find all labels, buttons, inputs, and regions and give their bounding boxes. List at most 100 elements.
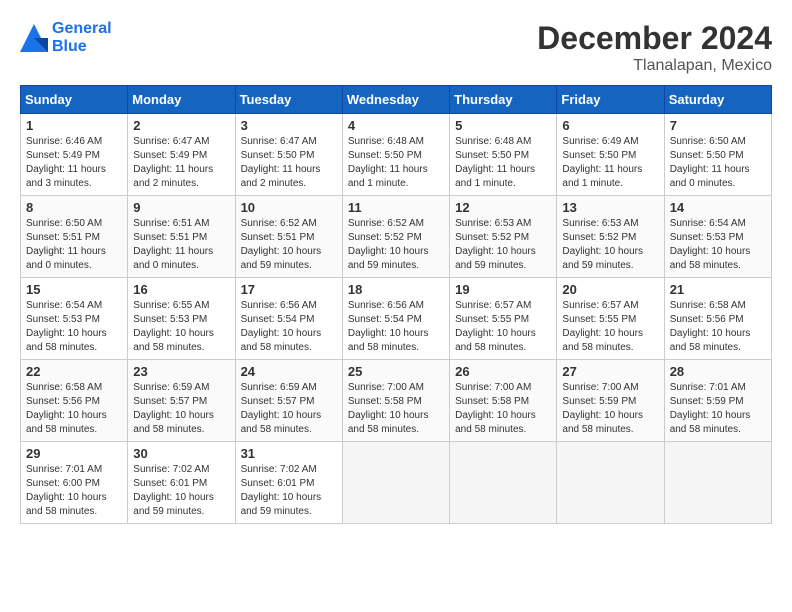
calendar-day: 17 Sunrise: 6:56 AMSunset: 5:54 PMDayligh… <box>235 278 342 360</box>
calendar-day: 14 Sunrise: 6:54 AMSunset: 5:53 PMDayligh… <box>664 196 771 278</box>
day-info: Sunrise: 7:02 AMSunset: 6:01 PMDaylight:… <box>133 463 229 519</box>
day-number: 21 <box>670 282 766 297</box>
day-info: Sunrise: 6:56 AMSunset: 5:54 PMDaylight:… <box>241 299 337 355</box>
calendar-day: 26Sunrise: 7:00 AMSunset: 5:58 PMDayligh… <box>450 360 557 442</box>
day-number: 7 <box>670 118 766 133</box>
day-header-sunday: Sunday <box>21 86 128 114</box>
calendar-day: 12 Sunrise: 6:53 AMSunset: 5:52 PMDayligh… <box>450 196 557 278</box>
calendar-day: 3 Sunrise: 6:47 AMSunset: 5:50 PMDaylight… <box>235 114 342 196</box>
calendar-day: 23Sunrise: 6:59 AMSunset: 5:57 PMDayligh… <box>128 360 235 442</box>
day-header-wednesday: Wednesday <box>342 86 449 114</box>
calendar-week-5: 29Sunrise: 7:01 AMSunset: 6:00 PMDayligh… <box>21 442 772 524</box>
page-header: GeneralBlue December 2024 Tlanalapan, Me… <box>20 20 772 75</box>
day-number: 8 <box>26 200 122 215</box>
calendar-day: 2 Sunrise: 6:47 AMSunset: 5:49 PMDaylight… <box>128 114 235 196</box>
day-info: Sunrise: 6:59 AMSunset: 5:57 PMDaylight:… <box>241 381 337 437</box>
day-info: Sunrise: 7:00 AMSunset: 5:58 PMDaylight:… <box>348 381 444 437</box>
calendar-day: 1 Sunrise: 6:46 AMSunset: 5:49 PMDaylight… <box>21 114 128 196</box>
day-info: Sunrise: 6:53 AMSunset: 5:52 PMDaylight:… <box>455 217 551 273</box>
day-info: Sunrise: 6:47 AMSunset: 5:50 PMDaylight:… <box>241 135 337 191</box>
calendar-day <box>557 442 664 524</box>
day-number: 13 <box>562 200 658 215</box>
day-number: 16 <box>133 282 229 297</box>
day-info: Sunrise: 6:49 AMSunset: 5:50 PMDaylight:… <box>562 135 658 191</box>
calendar-day <box>450 442 557 524</box>
calendar-day: 4 Sunrise: 6:48 AMSunset: 5:50 PMDaylight… <box>342 114 449 196</box>
day-number: 25 <box>348 364 444 379</box>
calendar-day: 30Sunrise: 7:02 AMSunset: 6:01 PMDayligh… <box>128 442 235 524</box>
day-info: Sunrise: 6:46 AMSunset: 5:49 PMDaylight:… <box>26 135 122 191</box>
logo-brand: GeneralBlue <box>20 20 112 57</box>
calendar-day: 10Sunrise: 6:52 AMSunset: 5:51 PMDayligh… <box>235 196 342 278</box>
day-number: 11 <box>348 200 444 215</box>
day-info: Sunrise: 6:48 AMSunset: 5:50 PMDaylight:… <box>348 135 444 191</box>
day-info: Sunrise: 6:54 AMSunset: 5:53 PMDaylight:… <box>670 217 766 273</box>
day-number: 6 <box>562 118 658 133</box>
day-info: Sunrise: 6:57 AMSunset: 5:55 PMDaylight:… <box>562 299 658 355</box>
calendar-day: 20Sunrise: 6:57 AMSunset: 5:55 PMDayligh… <box>557 278 664 360</box>
day-info: Sunrise: 6:50 AMSunset: 5:51 PMDaylight:… <box>26 217 122 273</box>
day-number: 24 <box>241 364 337 379</box>
calendar-day: 24 Sunrise: 6:59 AMSunset: 5:57 PMDayligh… <box>235 360 342 442</box>
day-header-tuesday: Tuesday <box>235 86 342 114</box>
calendar-day: 18Sunrise: 6:56 AMSunset: 5:54 PMDayligh… <box>342 278 449 360</box>
day-info: Sunrise: 6:58 AMSunset: 5:56 PMDaylight:… <box>26 381 122 437</box>
day-info: Sunrise: 6:51 AMSunset: 5:51 PMDaylight:… <box>133 217 229 273</box>
day-number: 22 <box>26 364 122 379</box>
day-number: 29 <box>26 446 122 461</box>
day-header-friday: Friday <box>557 86 664 114</box>
day-number: 28 <box>670 364 766 379</box>
calendar-day: 11 Sunrise: 6:52 AMSunset: 5:52 PMDayligh… <box>342 196 449 278</box>
day-info: Sunrise: 7:01 AMSunset: 5:59 PMDaylight:… <box>670 381 766 437</box>
calendar-day: 31Sunrise: 7:02 AMSunset: 6:01 PMDayligh… <box>235 442 342 524</box>
day-number: 26 <box>455 364 551 379</box>
location-title: Tlanalapan, Mexico <box>537 57 772 75</box>
calendar-day: 7 Sunrise: 6:50 AMSunset: 5:50 PMDaylight… <box>664 114 771 196</box>
day-info: Sunrise: 6:55 AMSunset: 5:53 PMDaylight:… <box>133 299 229 355</box>
day-info: Sunrise: 6:57 AMSunset: 5:55 PMDaylight:… <box>455 299 551 355</box>
day-info: Sunrise: 6:52 AMSunset: 5:52 PMDaylight:… <box>348 217 444 273</box>
day-number: 5 <box>455 118 551 133</box>
calendar-day: 29Sunrise: 7:01 AMSunset: 6:00 PMDayligh… <box>21 442 128 524</box>
day-number: 2 <box>133 118 229 133</box>
calendar-day <box>342 442 449 524</box>
month-title: December 2024 <box>537 20 772 57</box>
calendar-day: 21 Sunrise: 6:58 AMSunset: 5:56 PMDayligh… <box>664 278 771 360</box>
calendar-day: 6 Sunrise: 6:49 AMSunset: 5:50 PMDaylight… <box>557 114 664 196</box>
day-info: Sunrise: 6:50 AMSunset: 5:50 PMDaylight:… <box>670 135 766 191</box>
calendar-day <box>664 442 771 524</box>
day-number: 19 <box>455 282 551 297</box>
day-number: 3 <box>241 118 337 133</box>
header-row: SundayMondayTuesdayWednesdayThursdayFrid… <box>21 86 772 114</box>
day-number: 14 <box>670 200 766 215</box>
day-number: 4 <box>348 118 444 133</box>
day-number: 15 <box>26 282 122 297</box>
logo-general: General <box>52 20 112 38</box>
day-number: 23 <box>133 364 229 379</box>
day-header-monday: Monday <box>128 86 235 114</box>
day-number: 27 <box>562 364 658 379</box>
day-info: Sunrise: 6:47 AMSunset: 5:49 PMDaylight:… <box>133 135 229 191</box>
day-info: Sunrise: 6:48 AMSunset: 5:50 PMDaylight:… <box>455 135 551 191</box>
calendar-week-1: 1 Sunrise: 6:46 AMSunset: 5:49 PMDaylight… <box>21 114 772 196</box>
day-number: 17 <box>241 282 337 297</box>
day-number: 9 <box>133 200 229 215</box>
logo-triangle-icon <box>20 24 48 52</box>
day-number: 1 <box>26 118 122 133</box>
calendar-day: 22 Sunrise: 6:58 AMSunset: 5:56 PMDayligh… <box>21 360 128 442</box>
calendar-week-4: 22 Sunrise: 6:58 AMSunset: 5:56 PMDayligh… <box>21 360 772 442</box>
day-number: 18 <box>348 282 444 297</box>
calendar-day: 9 Sunrise: 6:51 AMSunset: 5:51 PMDaylight… <box>128 196 235 278</box>
day-info: Sunrise: 6:58 AMSunset: 5:56 PMDaylight:… <box>670 299 766 355</box>
calendar-day: 16 Sunrise: 6:55 AMSunset: 5:53 PMDayligh… <box>128 278 235 360</box>
logo-blue: Blue <box>52 38 112 56</box>
day-number: 12 <box>455 200 551 215</box>
calendar-day: 25 Sunrise: 7:00 AMSunset: 5:58 PMDayligh… <box>342 360 449 442</box>
calendar-week-3: 15 Sunrise: 6:54 AMSunset: 5:53 PMDayligh… <box>21 278 772 360</box>
day-number: 31 <box>241 446 337 461</box>
calendar-day: 15 Sunrise: 6:54 AMSunset: 5:53 PMDayligh… <box>21 278 128 360</box>
calendar-day: 28 Sunrise: 7:01 AMSunset: 5:59 PMDayligh… <box>664 360 771 442</box>
day-info: Sunrise: 7:00 AMSunset: 5:59 PMDaylight:… <box>562 381 658 437</box>
day-info: Sunrise: 6:54 AMSunset: 5:53 PMDaylight:… <box>26 299 122 355</box>
day-number: 10 <box>241 200 337 215</box>
